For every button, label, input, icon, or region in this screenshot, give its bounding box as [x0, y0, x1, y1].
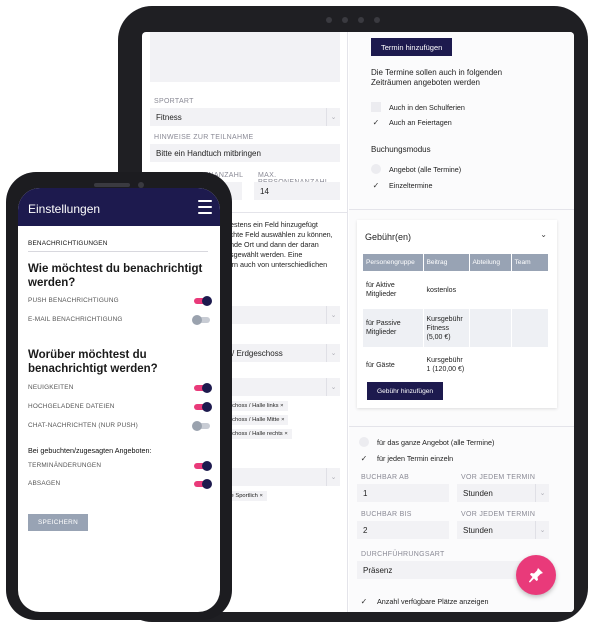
- absagen-toggle-row[interactable]: ABSAGEN: [28, 478, 212, 489]
- einzeltermine-radio[interactable]: ✓ Einzeltermine: [371, 181, 433, 190]
- check-icon: ✓: [372, 181, 380, 190]
- push-toggle[interactable]: [194, 295, 212, 306]
- vor-termin-label-2: VOR JEDEM TERMIN: [461, 511, 536, 518]
- pin-icon: [529, 568, 543, 583]
- chevron-down-icon: ⌄: [326, 378, 340, 396]
- chevron-down-icon: ⌄: [326, 344, 340, 362]
- phone-screen: Einstellungen BENACHRICHTIGUNGEN Wie möc…: [18, 188, 220, 612]
- chevron-down-icon: ⌄: [326, 468, 340, 486]
- email-toggle-row[interactable]: E-MAIL BENACHRICHTIGUNG: [28, 314, 210, 325]
- sportart-label: SPORTART: [154, 98, 194, 105]
- ganze-angebot-radio[interactable]: für das ganze Angebot (alle Termine): [359, 437, 494, 447]
- buchbar-ab-label: BUCHBAR AB: [361, 474, 410, 481]
- table-row[interactable]: für Passive Mitglieder Kursgebühr Fitnes…: [363, 309, 549, 347]
- info-line-5: ldern auch von unterschiedlichen: [222, 260, 328, 269]
- booked-offers-subheading: Bei gebuchten/zugesagten Angeboten:: [28, 446, 152, 455]
- checkbox-empty: [371, 102, 381, 112]
- chevron-down-icon[interactable]: ⌄: [540, 230, 547, 239]
- neuigkeiten-toggle[interactable]: [194, 382, 212, 393]
- intro-line-2: Zeiträumen angeboten werden: [371, 78, 480, 87]
- table-row[interactable]: für Aktive Mitglieder kostenlos: [363, 271, 549, 309]
- push-toggle-row[interactable]: PUSH BENACHRICHTIGUNG: [28, 295, 212, 306]
- pin-fab-button[interactable]: [516, 555, 556, 595]
- chevron-down-icon: ⌄: [326, 306, 340, 324]
- col-team: Team: [511, 254, 549, 271]
- fees-table: Personengruppe Beitrag Abteilung Team fü…: [363, 254, 549, 383]
- aenderungen-toggle-row[interactable]: TERMINÄNDERUNGEN: [28, 460, 212, 471]
- durchfuehrung-label: DURCHFÜHRUNGSART: [361, 551, 445, 558]
- chevron-down-icon: ⌄: [326, 108, 340, 126]
- page-title: Einstellungen: [28, 202, 101, 216]
- absagen-toggle[interactable]: [194, 478, 212, 489]
- feiertage-checkbox[interactable]: ✓ Auch an Feiertagen: [371, 118, 452, 127]
- divider: [349, 209, 574, 210]
- dateien-toggle-row[interactable]: HOCHGELADENE DATEIEN: [28, 401, 212, 412]
- vor-termin-select-2[interactable]: Stunden ⌄: [457, 521, 549, 539]
- hinweise-value: Bitte ein Handtuch mitbringen: [156, 148, 261, 158]
- app-header: Einstellungen: [18, 188, 220, 226]
- offer-form-right: Termin hinzufügen Die Termine sollen auc…: [349, 32, 574, 612]
- save-button[interactable]: SPEICHERN: [28, 514, 88, 531]
- hinweise-label: HINWEISE ZUR TEILNAHME: [154, 134, 254, 141]
- add-fee-button[interactable]: Gebühr hinzufügen: [367, 382, 444, 400]
- section-title: BENACHRICHTIGUNGEN: [28, 240, 108, 247]
- check-icon: ✓: [372, 118, 380, 127]
- jeden-termin-radio[interactable]: ✓ für jeden Termin einzeln: [359, 454, 454, 463]
- hinweise-input[interactable]: Bitte ein Handtuch mitbringen: [150, 144, 340, 162]
- divider: [349, 426, 574, 427]
- add-term-button[interactable]: Termin hinzufügen: [371, 38, 453, 56]
- check-icon: ✓: [360, 454, 368, 463]
- plaetze-checkbox[interactable]: ✓ Anzahl verfügbare Plätze anzeigen: [359, 597, 489, 606]
- question-what: Worüber möchtest du benachrichtigt werde…: [28, 349, 158, 375]
- hamburger-icon[interactable]: [198, 200, 212, 214]
- divider: [28, 251, 208, 252]
- sportart-select[interactable]: Fitness ⌄: [150, 108, 340, 126]
- chevron-down-icon: ⌄: [535, 521, 549, 539]
- hall-chip-rechts[interactable]: eschoss / Halle rechts ×: [222, 429, 292, 439]
- email-toggle[interactable]: [192, 314, 210, 325]
- fees-card: Gebühr(en) ⌄ Personengruppe Beitrag Abte…: [357, 220, 557, 408]
- fees-title: Gebühr(en): [365, 232, 412, 242]
- intro-line-1: Die Termine sollen auch in folgenden: [371, 68, 503, 77]
- buchbar-ab-input[interactable]: 1: [357, 484, 449, 502]
- sportart-value: Fitness: [156, 112, 182, 122]
- phone-device: Einstellungen BENACHRICHTIGUNGEN Wie möc…: [6, 172, 232, 620]
- chat-toggle[interactable]: [192, 420, 210, 431]
- col-abteilung: Abteilung: [469, 254, 512, 271]
- aenderungen-toggle[interactable]: [194, 460, 212, 471]
- chat-toggle-row[interactable]: CHAT-NACHRICHTEN (NUR PUSH): [28, 420, 210, 431]
- buchbar-bis-input[interactable]: 2: [357, 521, 449, 539]
- table-row[interactable]: für Gäste Kursgebühr 1 (120,00 €): [363, 347, 549, 383]
- question-how: Wie möchtest du benachrichtigt werden?: [28, 263, 203, 289]
- dateien-toggle[interactable]: [194, 401, 212, 412]
- angebot-radio[interactable]: Angebot (alle Termine): [371, 164, 461, 174]
- info-line-1: ndestens ein Feld hinzugefügt: [222, 220, 318, 229]
- fees-header-row: Personengruppe Beitrag Abteilung Team: [363, 254, 549, 271]
- info-line-3: hende Ort und dann der daran: [222, 240, 319, 249]
- vor-termin-label-1: VOR JEDEM TERMIN: [461, 474, 536, 481]
- floor-value: / Erdgeschoss: [232, 348, 283, 358]
- radio-empty-icon: [359, 437, 369, 447]
- max-persons-value: 14: [260, 186, 269, 196]
- chevron-down-icon: ⌄: [535, 484, 549, 502]
- max-persons-input[interactable]: 14: [254, 182, 340, 200]
- buchbar-bis-label: BUCHBAR BIS: [361, 511, 412, 518]
- schulferien-checkbox[interactable]: Auch in den Schulferien: [371, 102, 465, 112]
- description-textarea[interactable]: [150, 32, 340, 82]
- tablet-camera: [326, 15, 386, 25]
- radio-empty-icon: [371, 164, 381, 174]
- col-personengruppe: Personengruppe: [363, 254, 424, 271]
- neuigkeiten-toggle-row[interactable]: NEUIGKEITEN: [28, 382, 212, 393]
- vor-termin-select-1[interactable]: Stunden ⌄: [457, 484, 549, 502]
- check-icon: ✓: [360, 597, 368, 606]
- info-line-2: aschte Feld auswählen zu können,: [222, 230, 333, 239]
- buchungsmodus-heading: Buchungsmodus: [371, 145, 431, 154]
- col-beitrag: Beitrag: [423, 254, 470, 271]
- info-line-4: ausgewählt werden. Eine: [222, 250, 303, 259]
